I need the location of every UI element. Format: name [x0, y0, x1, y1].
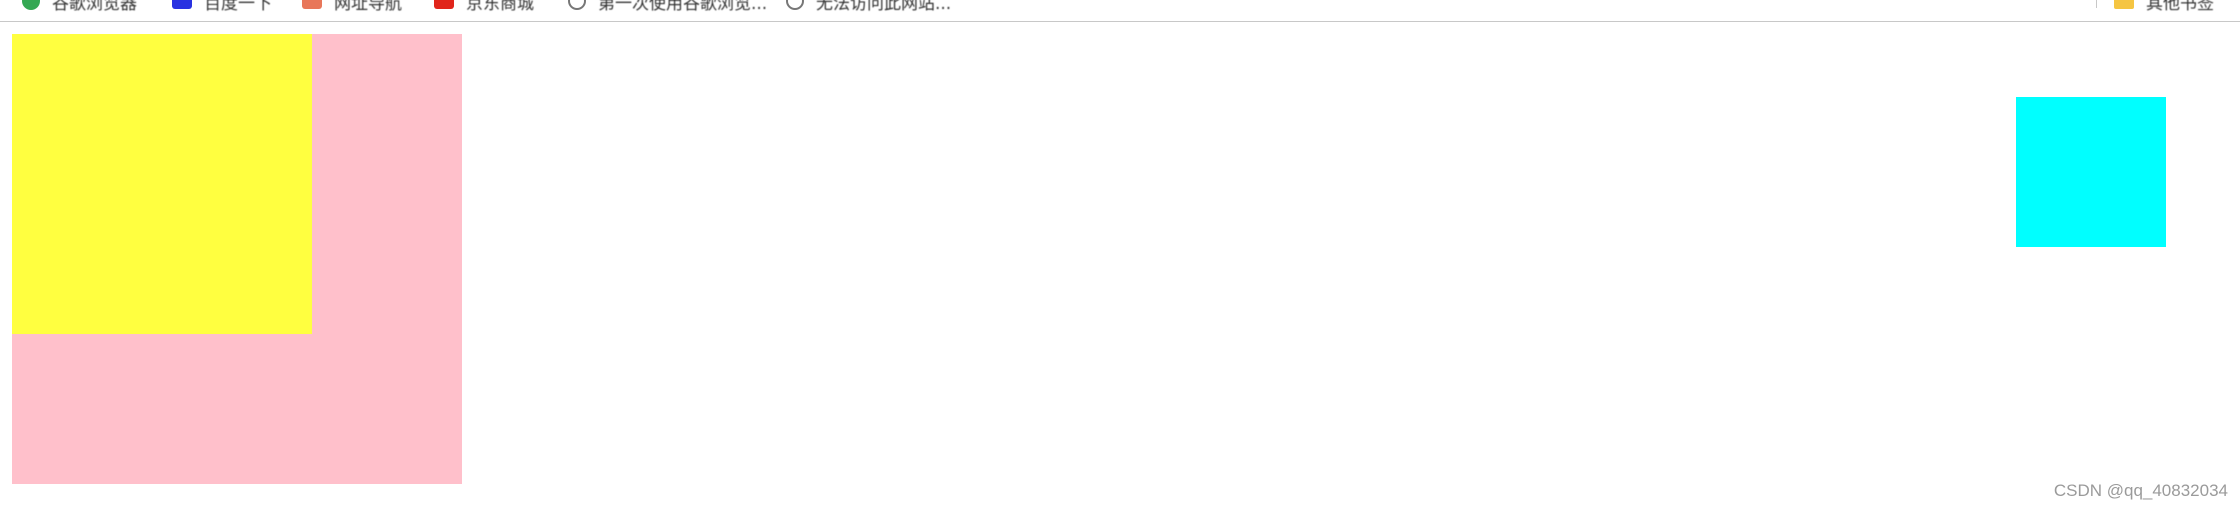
- bookmark-label: 第一次使用谷歌浏览...: [598, 0, 768, 14]
- other-bookmarks[interactable]: 其他书签: [2114, 0, 2214, 14]
- globe-icon: [568, 0, 586, 10]
- folder-icon: [2114, 0, 2134, 9]
- chrome-icon: [22, 0, 40, 10]
- bookmark-item[interactable]: 网址导航: [302, 0, 402, 14]
- jd-icon: [434, 0, 454, 9]
- bookmark-item[interactable]: 京东商城: [434, 0, 534, 14]
- bookmarks-divider: [2096, 0, 2097, 8]
- bookmark-item[interactable]: 第一次使用谷歌浏览...: [568, 0, 768, 14]
- bookmark-item[interactable]: 无法访问此网站...: [786, 0, 952, 14]
- bookmark-label: 百度一下: [204, 0, 272, 14]
- bookmark-label: 无法访问此网站...: [816, 0, 952, 14]
- baidu-icon: [172, 0, 192, 9]
- cyan-box: [2016, 97, 2166, 247]
- yellow-box: [12, 34, 312, 334]
- watermark: CSDN @qq_40832034: [2053, 481, 2228, 500]
- bookmark-label: 京东商城: [466, 0, 534, 14]
- bookmark-item[interactable]: 百度一下: [172, 0, 272, 14]
- colorful-icon: [302, 0, 322, 9]
- other-bookmarks-label: 其他书签: [2146, 0, 2214, 14]
- bookmark-item[interactable]: 谷歌浏览器: [22, 0, 137, 14]
- globe-icon: [786, 0, 804, 10]
- bookmarks-bar: 谷歌浏览器 百度一下 网址导航 京东商城 第一次使用谷歌浏览... 无法访问此网…: [0, 0, 2240, 22]
- bookmark-label: 网址导航: [334, 0, 402, 14]
- bookmark-label: 谷歌浏览器: [52, 0, 137, 14]
